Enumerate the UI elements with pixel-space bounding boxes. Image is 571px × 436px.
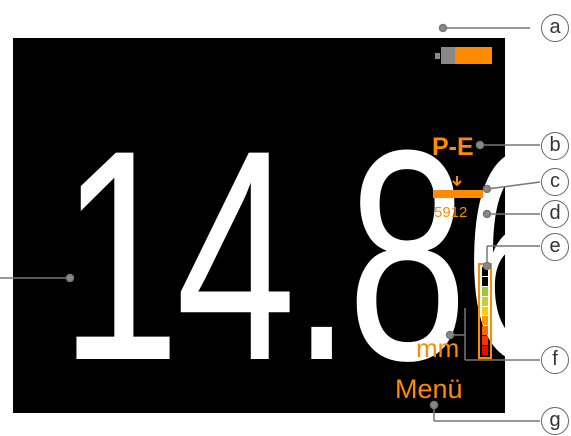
signal-segment bbox=[482, 346, 488, 356]
signal-segment bbox=[482, 286, 488, 296]
unit-label: mm bbox=[416, 333, 460, 363]
signal-segment bbox=[482, 336, 488, 346]
signal-strength-bar bbox=[478, 263, 492, 359]
measurement-mode: P-E bbox=[432, 133, 474, 161]
callout-f: f bbox=[541, 346, 569, 374]
callout-e: e bbox=[541, 233, 569, 261]
callout-d: d bbox=[541, 200, 569, 228]
probe-indicator-icon bbox=[433, 176, 483, 198]
menu-button[interactable]: Menü bbox=[395, 374, 463, 405]
signal-segment bbox=[482, 316, 488, 326]
signal-segment bbox=[482, 326, 488, 336]
callout-b: b bbox=[541, 132, 569, 160]
thickness-reading: 14.86 bbox=[60, 105, 571, 405]
probe-count: 5912 bbox=[434, 204, 468, 221]
battery-icon bbox=[435, 47, 492, 64]
signal-segment bbox=[482, 276, 488, 286]
signal-segment bbox=[482, 296, 488, 306]
signal-segment bbox=[482, 306, 488, 316]
callout-a: a bbox=[541, 14, 569, 42]
signal-segment bbox=[482, 267, 488, 276]
callout-c: c bbox=[541, 168, 569, 196]
callout-g: g bbox=[541, 407, 569, 435]
